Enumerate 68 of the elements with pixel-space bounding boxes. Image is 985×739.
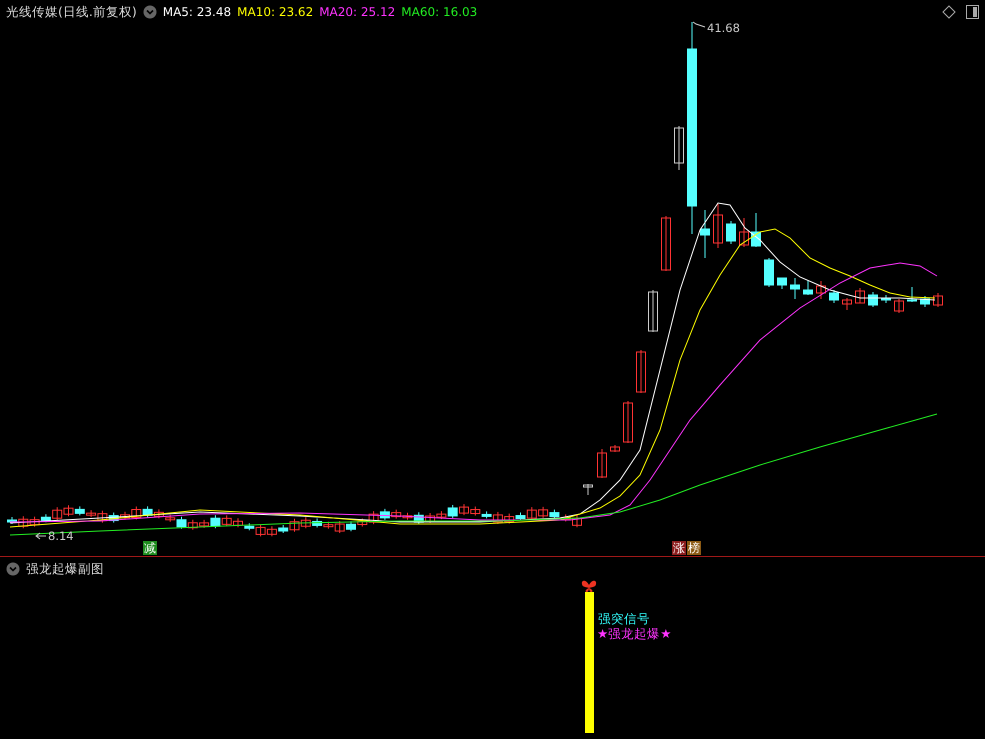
indicator-title: 强龙起爆副图 (26, 560, 104, 578)
candlestick (142, 506, 153, 518)
candlestick (636, 350, 646, 394)
candlestick (610, 444, 620, 452)
signal-tag: 涨 (672, 541, 686, 555)
moving-average-value: MA20: 25.12 (319, 5, 396, 19)
diamond-icon[interactable] (942, 5, 956, 19)
candlestick (648, 290, 658, 332)
candlestick (266, 526, 277, 537)
candlestick (233, 518, 243, 528)
candlestick (674, 126, 684, 170)
moving-average-value: MA10: 23.62 (237, 5, 314, 19)
candlestick (346, 520, 356, 532)
candlestick (803, 280, 813, 296)
candlestick (713, 204, 723, 248)
candlestick (583, 484, 593, 496)
candlestick (842, 298, 852, 310)
candlestick (188, 519, 198, 530)
candlestick (222, 514, 232, 527)
leader-line (692, 22, 706, 28)
candlestick (868, 292, 878, 308)
candlestick (855, 288, 865, 304)
candlestick (391, 509, 402, 520)
butterfly-icon (581, 579, 597, 593)
candlestick (790, 278, 800, 300)
candlestick (751, 212, 761, 248)
candlestick (777, 278, 787, 290)
candlestick (538, 506, 548, 518)
moving-average-value: MA60: 16.03 (401, 5, 478, 19)
candlestick (829, 290, 839, 304)
candlestick (816, 280, 826, 300)
candlestick (425, 512, 436, 524)
candlestick (549, 509, 560, 520)
candlestick (380, 508, 390, 520)
candlestick (597, 448, 607, 478)
candlestick (764, 258, 774, 288)
chevron-icon[interactable] (6, 562, 20, 576)
candlestick (459, 504, 469, 516)
price-label: 41.68 (707, 21, 740, 35)
price-label: 8.14 (48, 529, 74, 543)
candlestick (739, 218, 749, 248)
candlestick (74, 506, 85, 516)
candlestick (661, 216, 671, 272)
signal-tag: 榜 (687, 541, 701, 555)
candlestick (894, 298, 904, 314)
candlestick (726, 220, 736, 244)
candlestick (881, 294, 891, 304)
candlestick (504, 513, 514, 524)
candlestick (907, 286, 917, 302)
candlestick (700, 210, 710, 258)
candlestick (108, 512, 119, 524)
candlestick (470, 506, 480, 516)
candlestick (300, 516, 311, 529)
signal-label: 强突信号 (598, 611, 650, 626)
chevron-icon[interactable] (142, 5, 157, 19)
candlestick (64, 504, 74, 517)
panel-toggle-icon[interactable] (966, 5, 979, 19)
moving-average-value: MA5: 23.48 (162, 5, 232, 19)
candlestick (933, 292, 943, 308)
leader-line (35, 532, 46, 540)
stock-title: 光线传媒(日线.前复权) (6, 4, 137, 20)
candlestick (312, 518, 322, 528)
signal-tag: 减 (143, 541, 157, 555)
candlestick (154, 508, 164, 519)
candlestick (30, 516, 40, 528)
signal-label: ★强龙起爆★ (597, 626, 672, 641)
candlestick (920, 296, 930, 308)
candlestick (623, 400, 633, 444)
